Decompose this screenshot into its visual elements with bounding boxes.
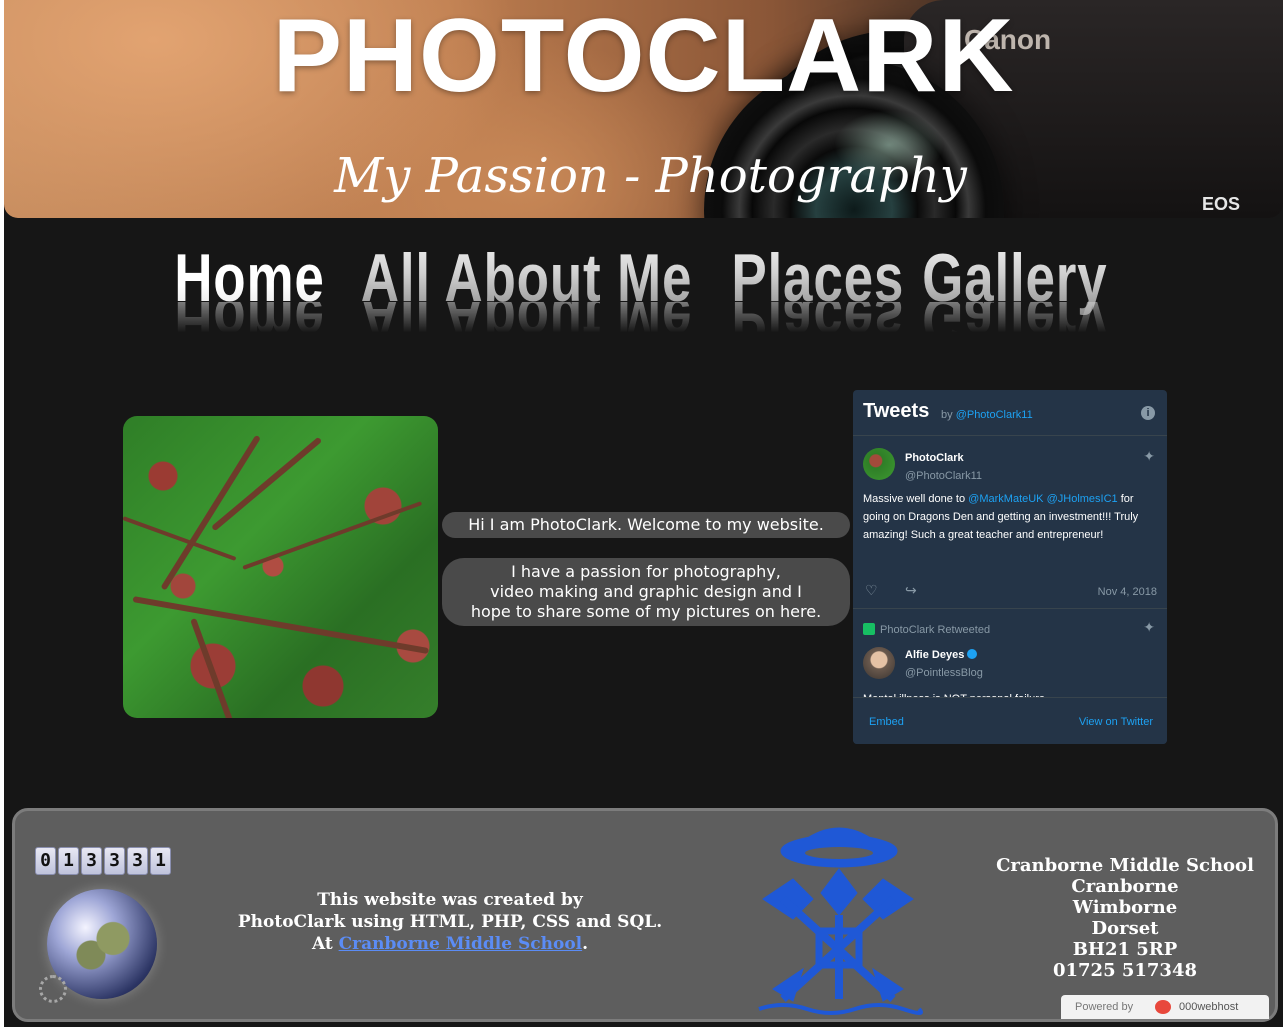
tweet-author-handle[interactable]: @PointlessBlog [905, 667, 983, 679]
tweet-author-handle[interactable]: @PhotoClark11 [905, 470, 982, 482]
credit-line-school: At Cranborne Middle School. [205, 933, 695, 955]
twig [190, 617, 248, 718]
nav-places-reflection: Places [731, 302, 905, 358]
view-on-twitter-link[interactable]: View on Twitter [1079, 716, 1153, 728]
tweet-mention[interactable]: @MarkMateUK [968, 493, 1043, 505]
nav-gallery-reflection: Gallery [922, 302, 1108, 358]
twitter-title: Tweets [863, 400, 930, 422]
heart-icon[interactable]: ♡ [865, 582, 878, 599]
tweet-author-name[interactable]: PhotoClark [905, 452, 964, 464]
footer-credit: This website was created by PhotoClark u… [205, 889, 695, 955]
retweet-label: PhotoClark Retweeted [863, 623, 990, 636]
tweet-text-part: Massive well done to [863, 493, 969, 505]
avatar[interactable] [863, 647, 895, 679]
school-crest-logo [758, 827, 923, 1015]
page: Canon EOS PHOTOCLARK My Passion - Photog… [4, 0, 1283, 1027]
credit-line: This website was created by [317, 890, 583, 910]
hit-counter: 0 1 3 3 3 1 [35, 847, 171, 875]
tweet-date[interactable]: Nov 4, 2018 [1098, 586, 1157, 598]
intro-line: hope to share some of my pictures on her… [470, 602, 822, 621]
site-footer: 0 1 3 3 3 1 This website was created by … [12, 808, 1278, 1022]
webhost-logo-icon [1155, 1000, 1171, 1014]
twitter-bird-icon[interactable]: ✦ [1143, 448, 1155, 465]
intro-line: video making and graphic design and I [490, 582, 802, 601]
twig [242, 501, 423, 570]
webhost-brand: 000webhost [1179, 1001, 1239, 1013]
twitter-by: by @PhotoClark11 [941, 409, 1033, 421]
twig [132, 596, 429, 655]
address-line: Wimborne [1072, 897, 1178, 918]
twitter-footer: Embed View on Twitter [853, 697, 1167, 744]
webhost-badge[interactable]: Powered by 000webhost [1061, 995, 1269, 1019]
embed-link[interactable]: Embed [869, 716, 904, 728]
counter-digit: 1 [150, 847, 171, 875]
avatar[interactable] [863, 448, 895, 480]
retweet-icon [863, 623, 875, 635]
info-icon[interactable]: i [1141, 406, 1155, 420]
counter-digit: 0 [35, 847, 56, 875]
counter-digit: 1 [58, 847, 79, 875]
twitter-timeline[interactable]: Tweets by @PhotoClark11 i PhotoClark @Ph… [853, 390, 1167, 744]
tweet-author-name-text: Alfie Deyes [905, 649, 965, 661]
nav-all-about-me[interactable]: All About Me All About Me [361, 240, 692, 358]
retweet-text: PhotoClark Retweeted [880, 624, 991, 636]
nav-home-reflection: Home [174, 302, 325, 358]
address-line: 01725 517348 [1052, 960, 1198, 981]
credit-at: At [311, 934, 339, 954]
main-nav: Home Home All About Me All About Me Plac… [4, 240, 1283, 358]
address-line: Dorset [1091, 918, 1159, 939]
address-line: Cranborne Middle School [996, 855, 1254, 876]
tweet-text: Mental illness is NOT personal failure. [863, 687, 1157, 697]
site-title: PHOTOCLARK [272, 0, 1015, 114]
tweet-mention[interactable]: @JHolmesIC1 [1047, 493, 1118, 505]
twitter-handle-link[interactable]: @PhotoClark11 [956, 409, 1033, 421]
intro-line: I have a passion for photography, [511, 562, 781, 581]
verified-icon [967, 649, 978, 659]
counter-digit: 3 [104, 847, 125, 875]
tweet-author-name[interactable]: Alfie Deyes [905, 649, 978, 661]
tweet-1[interactable]: PhotoClark @PhotoClark11 ✦ Massive well … [853, 436, 1167, 609]
tweet-text: Massive well done to @MarkMateUK @JHolme… [863, 490, 1157, 544]
twitter-header: Tweets by @PhotoClark11 i [853, 390, 1167, 436]
welcome-bubble: Hi I am PhotoClark. Welcome to my websit… [442, 512, 850, 538]
site-tagline: My Passion - Photography [334, 148, 967, 204]
school-address: Cranborne Middle School Cranborne Wimbor… [975, 855, 1275, 981]
twitter-bird-icon[interactable]: ✦ [1143, 619, 1155, 636]
twitter-by-word: by [941, 409, 953, 421]
nav-places[interactable]: Places Places [731, 240, 904, 358]
counter-digit: 3 [81, 847, 102, 875]
header-banner: Canon EOS PHOTOCLARK My Passion - Photog… [4, 0, 1283, 218]
powered-by-label: Powered by [1075, 1001, 1134, 1013]
nav-gallery[interactable]: Gallery Gallery [923, 240, 1108, 358]
nav-home[interactable]: Home Home [174, 240, 324, 358]
address-line: Cranborne [1071, 876, 1179, 897]
counter-digit: 3 [127, 847, 148, 875]
address-line: BH21 5RP [1072, 939, 1178, 960]
gear-icon [39, 975, 67, 1003]
credit-line: PhotoClark using HTML, PHP, CSS and SQL. [237, 912, 663, 932]
intro-bubble: I have a passion for photography, video … [442, 558, 850, 626]
share-icon[interactable]: ↪ [905, 582, 917, 599]
nav-all-about-me-reflection: All About Me [360, 302, 693, 358]
credit-period: . [582, 934, 589, 954]
school-link[interactable]: Cranborne Middle School [339, 934, 583, 954]
feature-photo-branches [123, 416, 438, 718]
